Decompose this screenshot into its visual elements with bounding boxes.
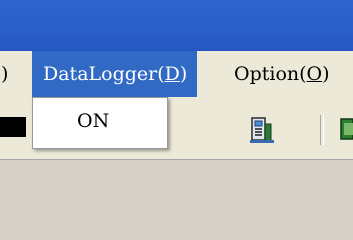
menu-item-option[interactable]: Option(O) bbox=[234, 51, 330, 97]
client-area bbox=[0, 160, 353, 240]
menu-item-mnemonic: O bbox=[306, 63, 323, 85]
window-icon[interactable] bbox=[339, 115, 353, 143]
dropdown-item-on[interactable]: ON bbox=[33, 98, 167, 148]
menu-item-label: Option( bbox=[234, 63, 307, 85]
toolbar-separator bbox=[320, 115, 324, 145]
menu-bar: ) DataLogger(D) Option(O) bbox=[0, 51, 353, 97]
menu-item-mnemonic: D bbox=[164, 63, 180, 85]
menu-item-datalogger[interactable]: DataLogger(D) bbox=[32, 51, 198, 97]
menu-item-label-suffix: ) bbox=[179, 63, 188, 85]
title-bar bbox=[0, 0, 353, 51]
menu-item-label: DataLogger( bbox=[43, 63, 165, 85]
datalogger-dropdown-menu: ON bbox=[32, 97, 168, 149]
menu-item-label: ) bbox=[1, 63, 9, 85]
menu-item-label-suffix: ) bbox=[322, 63, 330, 85]
color-swatch-icon[interactable] bbox=[0, 117, 26, 137]
menu-item-previous[interactable]: ) bbox=[1, 51, 8, 97]
datalogger-icon[interactable] bbox=[247, 115, 277, 145]
